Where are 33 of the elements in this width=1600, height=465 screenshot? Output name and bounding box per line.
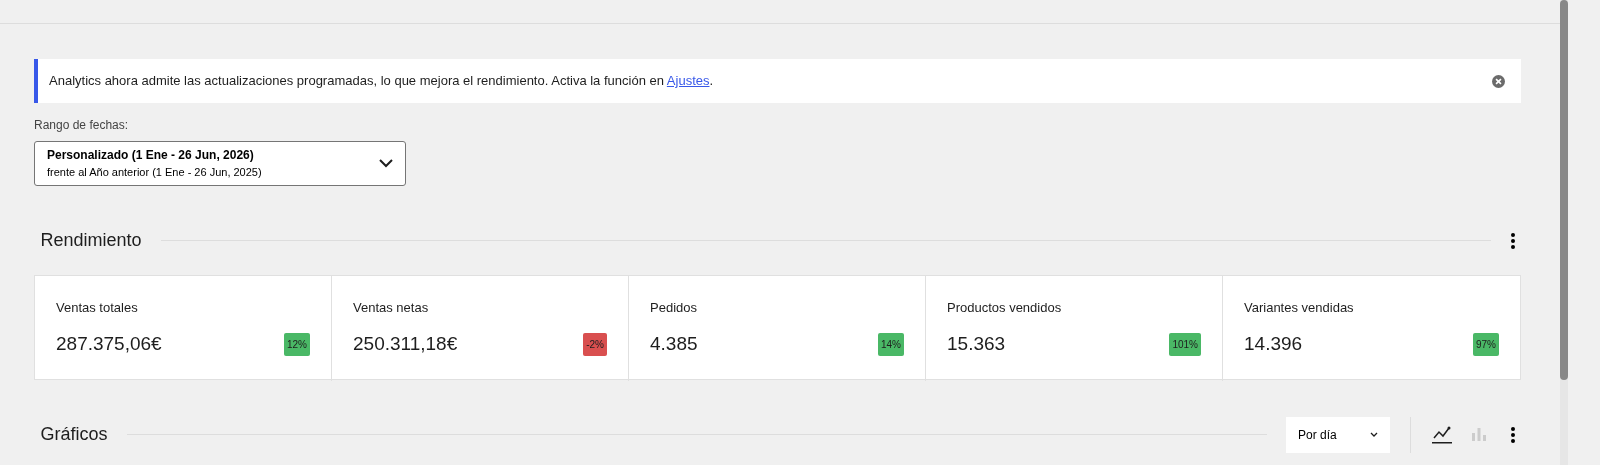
close-icon[interactable]: [1492, 74, 1505, 88]
notice-text: Analytics ahora admite las actualizaciones programadas, lo que mejora el rendimiento. Activa la función en Ajustes.: [49, 72, 714, 91]
line-chart-icon: [1432, 426, 1452, 445]
date-range-dropdown[interactable]: Personalizado (1 Ene - 26 Jun, 2026) frente al Año anterior (1 Ene - 26 Jun, 2025): [34, 140, 406, 186]
stat-card[interactable]: Productos vendidos 15.363 101%: [926, 275, 1223, 381]
stat-label: Pedidos: [650, 298, 698, 317]
change-tag: 101%: [1169, 332, 1201, 356]
date-range-label: Rango de fechas:: [34, 117, 130, 134]
more-options-icon[interactable]: [1510, 232, 1515, 249]
chevron-down-icon: [379, 158, 393, 168]
change-tag: -2%: [583, 332, 607, 356]
stat-value: 14.396: [1244, 332, 1303, 356]
more-options-icon[interactable]: [1510, 426, 1515, 443]
change-tag: 97%: [1473, 332, 1499, 356]
change-tag: 12%: [284, 332, 310, 356]
section-title: Rendimiento: [40, 229, 142, 252]
interval-select[interactable]: Por día: [1286, 416, 1390, 453]
stat-label: Ventas netas: [353, 298, 430, 317]
stat-card[interactable]: Ventas totales 287.375,06€ 12%: [35, 275, 332, 381]
stat-value: 287.375,06€: [56, 332, 162, 356]
scrollbar[interactable]: [1560, 0, 1568, 465]
stat-card[interactable]: Variantes vendidas 14.396 97%: [1223, 275, 1520, 381]
stat-label: Ventas totales: [56, 298, 139, 317]
stat-card[interactable]: Pedidos 4.385 14%: [629, 275, 926, 381]
chevron-down-icon: [1370, 432, 1378, 437]
stat-value: 15.363: [947, 332, 1006, 356]
change-tag: 14%: [878, 332, 904, 356]
stat-label: Variantes vendidas: [1244, 298, 1355, 317]
section-title: Gráficos: [40, 423, 108, 446]
stat-card[interactable]: Ventas netas 250.311,18€ -2%: [332, 275, 629, 381]
stat-label: Productos vendidos: [947, 298, 1063, 317]
stat-value: 4.385: [650, 332, 698, 356]
stat-value: 250.311,18€: [353, 332, 458, 356]
